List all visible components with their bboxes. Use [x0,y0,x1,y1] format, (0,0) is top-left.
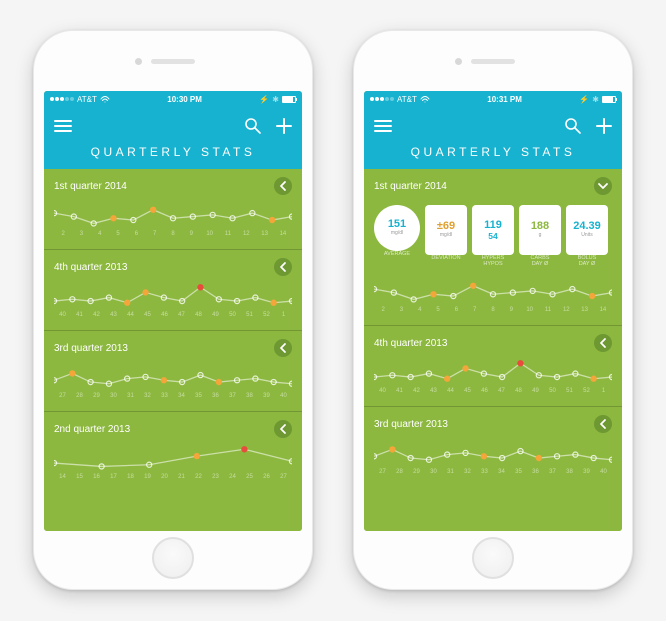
sparkline-chart [54,361,292,391]
menu-icon[interactable] [54,119,72,133]
sparkline-chart [54,199,292,229]
sparkline-chart [374,356,612,386]
battery-icon [282,96,296,103]
chevron-left-icon[interactable] [594,415,612,433]
quarter-section[interactable]: 1st quarter 2014 234567891011121314 [44,169,302,250]
stat-card[interactable]: 11954 HYPERS HYPOS [472,205,514,267]
sparkline-chart [54,442,292,472]
stat-card[interactable]: 151mg/dl AVERAGE [374,205,420,267]
chevron-left-icon[interactable] [274,258,292,276]
bluetooth-icon: ⚡ [579,95,589,104]
week-axis: 404142434445464748495051521 [374,386,612,394]
search-icon[interactable] [564,117,582,135]
signal-dots [370,97,394,101]
battery-icon [602,96,616,103]
carrier-label: AT&T [77,95,97,104]
screen: AT&T 10:31 PM ⚡ ✱ [364,91,622,531]
quarter-label: 2nd quarter 2013 [54,424,130,435]
stat-card[interactable]: ±69mg/dl DEVIATION [425,205,467,267]
content-scroll[interactable]: 1st quarter 2014 234567891011121314 4th … [44,169,302,531]
quarter-label: 4th quarter 2013 [374,338,447,349]
clock: 10:30 PM [167,95,202,104]
week-axis: 404142434445464748495051521 [54,310,292,318]
quarter-section[interactable]: 1st quarter 2014 151mg/dl AVERAGE ±69mg/… [364,169,622,326]
quarter-label: 3rd quarter 2013 [374,419,448,430]
menu-icon[interactable] [374,119,392,133]
quarter-section[interactable]: 4th quarter 2013 40414243444546474849505… [44,250,302,331]
stat-card[interactable]: 188g CARBS DAY Ø [519,205,561,267]
week-axis: 1415161718192021222324252627 [54,472,292,480]
chevron-left-icon[interactable] [274,420,292,438]
content-scroll[interactable]: 1st quarter 2014 151mg/dl AVERAGE ±69mg/… [364,169,622,531]
week-axis: 234567891011121314 [374,305,612,313]
quarter-label: 3rd quarter 2013 [54,343,128,354]
carrier-label: AT&T [397,95,417,104]
sparkline-chart [374,275,612,305]
plus-icon[interactable] [276,118,292,134]
stat-cards-row[interactable]: 151mg/dl AVERAGE ±69mg/dl DEVIATION 1195… [374,199,612,275]
stat-card[interactable]: 24.39Units BOLUS DAY Ø [566,205,608,267]
status-bar: AT&T 10:30 PM ⚡ ✱ [44,91,302,107]
page-title: QUARTERLY STATS [54,139,292,161]
search-icon[interactable] [244,117,262,135]
quarter-label: 1st quarter 2014 [374,181,447,192]
status-bar: AT&T 10:31 PM ⚡ ✱ [364,91,622,107]
quarter-label: 4th quarter 2013 [54,262,127,273]
phone-frame-right: AT&T 10:31 PM ⚡ ✱ [353,30,633,590]
wifi-icon [420,95,430,103]
quarter-section[interactable]: 3rd quarter 2013 27282930313233343536373… [44,331,302,412]
week-axis: 2728293031323334353637383940 [54,391,292,399]
home-button[interactable] [152,537,194,579]
chevron-left-icon[interactable] [274,177,292,195]
chevron-left-icon[interactable] [594,334,612,352]
clock: 10:31 PM [487,95,522,104]
chevron-left-icon[interactable] [274,339,292,357]
sparkline-chart [54,280,292,310]
quarter-section[interactable]: 2nd quarter 2013 14151617181920212223242… [44,412,302,492]
page-title: QUARTERLY STATS [374,139,612,161]
screen: AT&T 10:30 PM ⚡ ✱ [44,91,302,531]
app-header: QUARTERLY STATS [44,107,302,169]
week-axis: 234567891011121314 [54,229,292,237]
phone-frame-left: AT&T 10:30 PM ⚡ ✱ [33,30,313,590]
bt2-icon: ✱ [592,95,599,104]
sparkline-chart [374,437,612,467]
plus-icon[interactable] [596,118,612,134]
signal-dots [50,97,74,101]
week-axis: 2728293031323334353637383940 [374,467,612,475]
wifi-icon [100,95,110,103]
app-header: QUARTERLY STATS [364,107,622,169]
quarter-section[interactable]: 4th quarter 2013 40414243444546474849505… [364,326,622,407]
home-button[interactable] [472,537,514,579]
bluetooth-icon: ⚡ [259,95,269,104]
bt2-icon: ✱ [272,95,279,104]
quarter-label: 1st quarter 2014 [54,181,127,192]
quarter-section[interactable]: 3rd quarter 2013 27282930313233343536373… [364,407,622,487]
chevron-down-icon[interactable] [594,177,612,195]
